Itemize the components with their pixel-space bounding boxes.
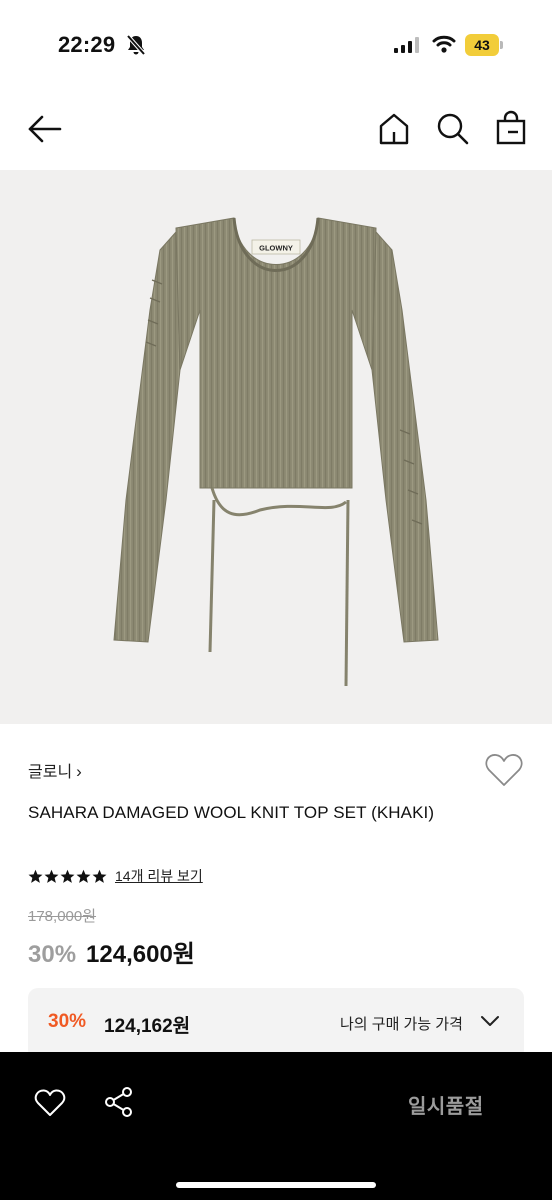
rating-row: 14개 리뷰 보기: [28, 866, 203, 886]
status-time: 22:29: [58, 32, 116, 57]
wifi-icon: [432, 35, 456, 53]
brand-link[interactable]: 글로니 ›: [28, 758, 82, 782]
back-arrow-icon[interactable]: [26, 112, 64, 146]
battery-level: 43: [465, 34, 499, 56]
bottom-action-bar: 일시품절: [0, 1052, 552, 1200]
home-indicator[interactable]: [176, 1182, 376, 1188]
star-icon: [44, 869, 59, 883]
chevron-right-icon: ›: [76, 762, 82, 781]
sale-price: 124,600원: [86, 941, 195, 968]
sold-out-status: 일시품절: [408, 1096, 484, 1118]
status-bar: 22:29 43: [0, 0, 552, 90]
search-icon[interactable]: [436, 112, 470, 146]
star-icon: [60, 869, 75, 883]
star-icon: [92, 869, 107, 883]
original-price: 178,000원: [28, 908, 97, 925]
battery-tip: [500, 41, 503, 49]
share-icon[interactable]: [104, 1086, 134, 1118]
wishlist-heart-icon[interactable]: [34, 1088, 66, 1118]
review-link[interactable]: 14개 리뷰 보기: [115, 866, 203, 886]
wishlist-heart-icon[interactable]: [484, 752, 524, 788]
my-price-value: 124,162원: [104, 1016, 191, 1037]
price-row: 30% 124,600원: [28, 934, 195, 969]
battery-indicator: 43: [465, 34, 503, 56]
cellular-signal-icon: [394, 37, 419, 53]
my-price-discount: 30%: [48, 1011, 87, 1032]
star-icon: [76, 869, 91, 883]
product-title: SAHARA DAMAGED WOOL KNIT TOP SET (KHAKI): [28, 803, 435, 822]
my-price-label: 나의 구매 가능 가격: [340, 1016, 463, 1033]
top-nav-bar: [0, 90, 552, 170]
brand-name: 글로니: [28, 764, 73, 781]
product-image[interactable]: GLOWNY: [0, 170, 552, 724]
star-rating: [28, 869, 107, 884]
brand-label-text: GLOWNY: [259, 244, 293, 253]
home-icon[interactable]: [378, 112, 410, 146]
star-icon: [28, 869, 43, 883]
bell-off-icon: [126, 34, 146, 56]
my-price-dropdown[interactable]: 30% 124,162원 나의 구매 가능 가격: [28, 988, 524, 1060]
shopping-bag-icon[interactable]: [494, 110, 528, 146]
chevron-down-icon: [481, 1016, 499, 1026]
discount-rate: 30%: [28, 941, 77, 968]
knit-top-illustration: GLOWNY: [113, 217, 439, 687]
